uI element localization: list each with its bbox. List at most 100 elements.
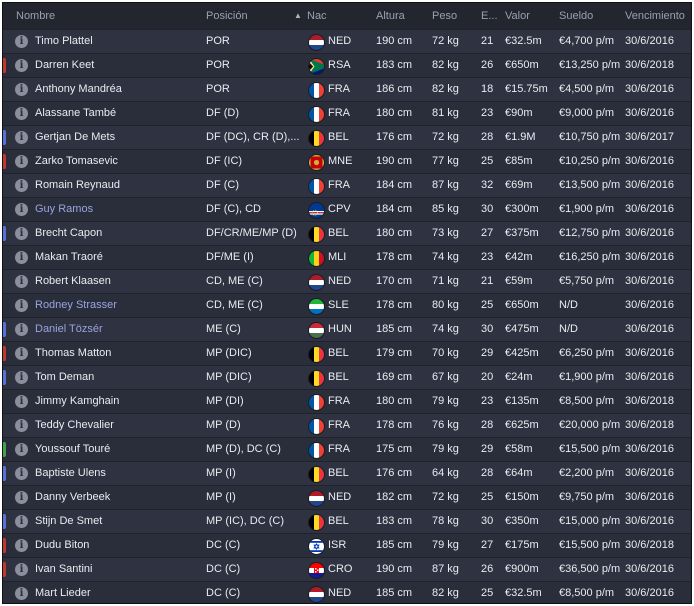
player-name-link[interactable]: Dudu Biton [35, 534, 200, 557]
table-row[interactable]: i Romain Reynaud DF (C) FRA 184 cm 87 kg 32 €69… [3, 173, 691, 197]
info-icon[interactable]: i [15, 491, 28, 504]
player-name-link[interactable]: Guy Ramos [35, 198, 200, 221]
player-name-link[interactable]: Timo Plattel [35, 30, 200, 53]
column-header-wage[interactable]: Sueldo [559, 3, 593, 29]
info-icon[interactable]: i [15, 155, 28, 168]
player-name-link[interactable]: Robert Klaasen [35, 270, 200, 293]
cell-nation[interactable]: NED [328, 486, 368, 509]
cell-nation[interactable]: MLI [328, 246, 368, 269]
player-name-link[interactable]: Mart Lieder [35, 582, 200, 603]
player-name-link[interactable]: Darren Keet [35, 54, 200, 77]
table-row[interactable]: i Gertjan De Mets DF (DC), CR (D),... BEL 17… [3, 125, 691, 149]
table-row[interactable]: i Brecht Capon DF/CR/ME/MP (D) BEL 180 cm 73 … [3, 221, 691, 245]
cell-nation[interactable]: HUN [328, 318, 368, 341]
column-header-position[interactable]: Posición [206, 3, 248, 29]
cell-nation[interactable]: BEL [328, 366, 368, 389]
cell-nation[interactable]: BEL [328, 462, 368, 485]
cell-nation[interactable]: NED [328, 270, 368, 293]
info-icon[interactable]: i [15, 251, 28, 264]
cell-nation[interactable]: BEL [328, 222, 368, 245]
column-header-expires[interactable]: Vencimiento [625, 3, 685, 29]
player-name-link[interactable]: Gertjan De Mets [35, 126, 200, 149]
table-row[interactable]: i Anthony Mandréa POR FRA 186 cm 82 kg 18 €15.7… [3, 77, 691, 101]
info-icon[interactable]: i [15, 539, 28, 552]
info-icon[interactable]: i [15, 275, 28, 288]
table-row[interactable]: i Daniel Tözsér ME (C) HUN 185 cm 74 kg 30 €475… [3, 317, 691, 341]
info-icon[interactable]: i [15, 395, 28, 408]
info-icon[interactable]: i [15, 299, 28, 312]
player-name-link[interactable]: Alassane També [35, 102, 200, 125]
table-row[interactable]: i Zarko Tomasevic DF (IC) MNE 190 cm 77 kg 25 €… [3, 149, 691, 173]
column-header-height[interactable]: Altura [376, 3, 405, 29]
cell-nation[interactable]: FRA [328, 102, 368, 125]
table-row[interactable]: i Guy Ramos DF (C), CD CPV 184 cm 85 kg 30 €300… [3, 197, 691, 221]
player-name-link[interactable]: Rodney Strasser [35, 294, 200, 317]
player-name-link[interactable]: Anthony Mandréa [35, 78, 200, 101]
column-header-value[interactable]: Valor [505, 3, 530, 29]
info-icon[interactable]: i [15, 443, 28, 456]
cell-nation[interactable]: SLE [328, 294, 368, 317]
cell-nation[interactable]: BEL [328, 126, 368, 149]
cell-nation[interactable]: RSA [328, 54, 368, 77]
cell-nation[interactable]: BEL [328, 510, 368, 533]
cell-nation[interactable]: FRA [328, 438, 368, 461]
cell-nation[interactable]: BEL [328, 342, 368, 365]
info-icon[interactable]: i [15, 227, 28, 240]
info-icon[interactable]: i [15, 35, 28, 48]
player-name-link[interactable]: Baptiste Ulens [35, 462, 200, 485]
info-icon[interactable]: i [15, 371, 28, 384]
info-icon[interactable]: i [15, 179, 28, 192]
info-icon[interactable]: i [15, 587, 28, 600]
cell-nation[interactable]: FRA [328, 414, 368, 437]
table-row[interactable]: i Danny Verbeek MP (I) NED 182 cm 72 kg 25 €150… [3, 485, 691, 509]
info-icon[interactable]: i [15, 419, 28, 432]
cell-nation[interactable]: NED [328, 30, 368, 53]
info-icon[interactable]: i [15, 203, 28, 216]
player-name-link[interactable]: Daniel Tözsér [35, 318, 200, 341]
column-header-nation[interactable]: Nac [307, 3, 327, 29]
cell-nation[interactable]: FRA [328, 174, 368, 197]
player-name-link[interactable]: Danny Verbeek [35, 486, 200, 509]
table-row[interactable]: i Jimmy Kamghain MP (DI) FRA 180 cm 79 kg 23 €1… [3, 389, 691, 413]
table-row[interactable]: i Dudu Biton DC (C) ISR 185 cm 79 kg 27 €175m €1… [3, 533, 691, 557]
info-icon[interactable]: i [15, 83, 28, 96]
player-name-link[interactable]: Makan Traoré [35, 246, 200, 269]
player-name-link[interactable]: Thomas Matton [35, 342, 200, 365]
info-icon[interactable]: i [15, 347, 28, 360]
table-row[interactable]: i Tom Deman MP (DIC) BEL 169 cm 67 kg 20 €24m €1… [3, 365, 691, 389]
player-name-link[interactable]: Ivan Santini [35, 558, 200, 581]
column-header-weight[interactable]: Peso [432, 3, 457, 29]
player-name-link[interactable]: Youssouf Touré [35, 438, 200, 461]
player-name-link[interactable]: Romain Reynaud [35, 174, 200, 197]
info-icon[interactable]: i [15, 59, 28, 72]
cell-nation[interactable]: CRO [328, 558, 368, 581]
info-icon[interactable]: i [15, 107, 28, 120]
table-row[interactable]: i Timo Plattel POR NED 190 cm 72 kg 21 €32.5m €4… [3, 29, 691, 53]
player-name-link[interactable]: Brecht Capon [35, 222, 200, 245]
cell-nation[interactable]: NED [328, 582, 368, 603]
info-icon[interactable]: i [15, 467, 28, 480]
column-header-name[interactable]: Nombre [16, 3, 55, 29]
player-name-link[interactable]: Teddy Chevalier [35, 414, 200, 437]
player-name-link[interactable]: Jimmy Kamghain [35, 390, 200, 413]
table-row[interactable]: i Makan Traoré DF/ME (I) MLI 178 cm 74 kg 23 €4… [3, 245, 691, 269]
table-row[interactable]: i Robert Klaasen CD, ME (C) NED 170 cm 71 kg 2… [3, 269, 691, 293]
table-row[interactable]: i Rodney Strasser CD, ME (C) SLE 178 cm 80 kg… [3, 293, 691, 317]
table-row[interactable]: i Youssouf Touré MP (D), DC (C) FRA 175 cm 79… [3, 437, 691, 461]
table-row[interactable]: i Ivan Santini DC (C) CRO 190 cm 87 kg 26 €900m… [3, 557, 691, 581]
player-name-link[interactable]: Zarko Tomasevic [35, 150, 200, 173]
info-icon[interactable]: i [15, 131, 28, 144]
player-name-link[interactable]: Tom Deman [35, 366, 200, 389]
table-row[interactable]: i Mart Lieder DC (C) NED 185 cm 82 kg 25 €32.5m… [3, 581, 691, 603]
cell-nation[interactable]: CPV [328, 198, 368, 221]
table-row[interactable]: i Baptiste Ulens MP (I) BEL 176 cm 64 kg 28 €64… [3, 461, 691, 485]
sort-ascending-icon[interactable]: ▲ [294, 3, 302, 29]
cell-nation[interactable]: FRA [328, 78, 368, 101]
cell-nation[interactable]: ISR [328, 534, 368, 557]
cell-nation[interactable]: FRA [328, 390, 368, 413]
table-row[interactable]: i Teddy Chevalier MP (D) FRA 178 cm 76 kg 28 €6… [3, 413, 691, 437]
info-icon[interactable]: i [15, 323, 28, 336]
table-row[interactable]: i Thomas Matton MP (DIC) BEL 179 cm 70 kg 29 €4… [3, 341, 691, 365]
cell-nation[interactable]: MNE [328, 150, 368, 173]
table-row[interactable]: i Darren Keet POR RSA 183 cm 82 kg 26 €650m €13,… [3, 53, 691, 77]
